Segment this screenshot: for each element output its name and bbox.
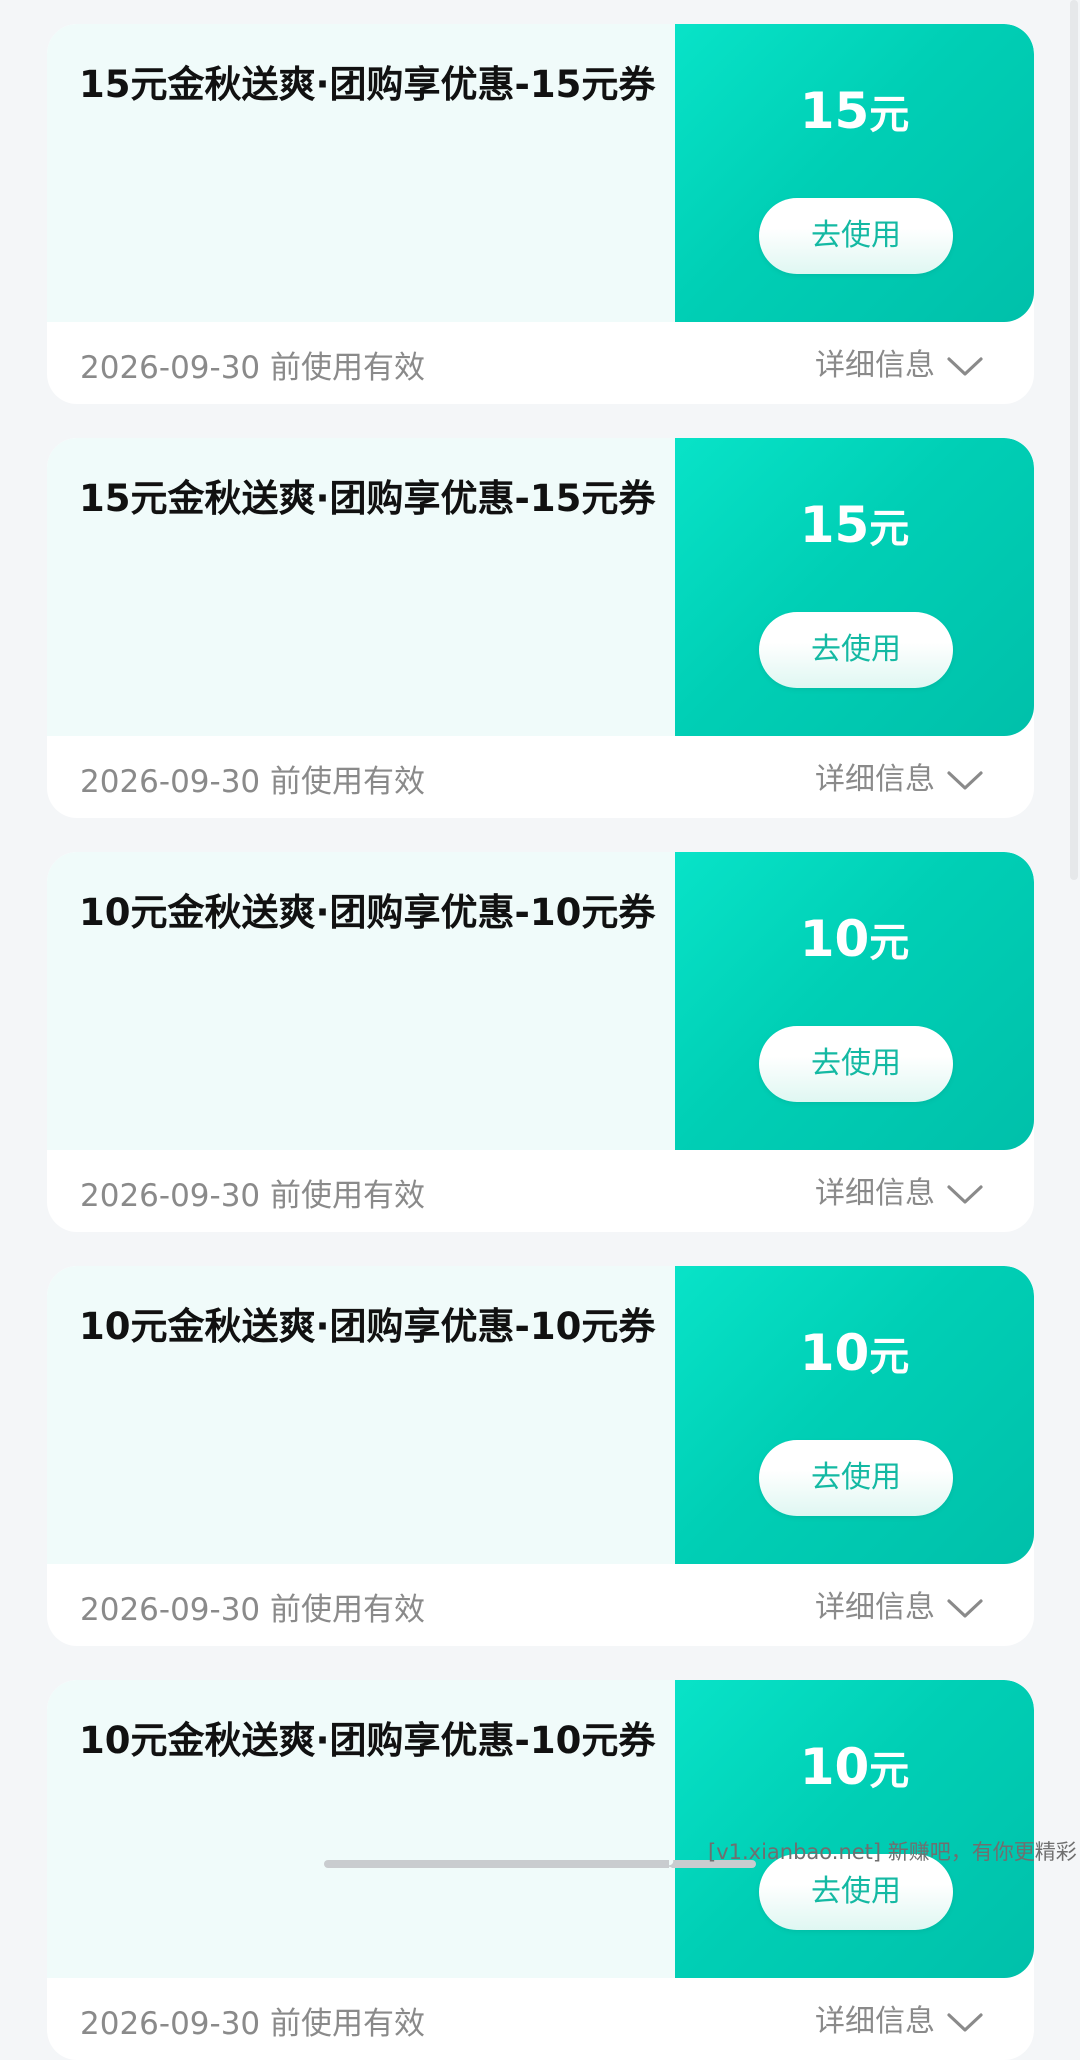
coupon-value-pane: 10元 去使用 xyxy=(675,852,1034,1150)
coupon-card: 10元金秋送爽·团购享优惠-10元券 10元 去使用 2026-09-30 前使… xyxy=(47,1680,1034,2060)
coupon-validity: 2026-09-30 前使用有效 xyxy=(80,350,426,386)
coupon-title: 10元金秋送爽·团购享优惠-10元券 xyxy=(79,891,656,934)
coupon-amount: 15元 xyxy=(675,82,1034,140)
coupon-upper: 15元金秋送爽·团购享优惠-15元券 15元 去使用 xyxy=(47,24,1034,322)
detail-label: 详细信息 xyxy=(815,1176,935,1211)
detail-toggle[interactable]: 详细信息 xyxy=(815,754,985,798)
coupon-value-pane: 10元 去使用 xyxy=(675,1266,1034,1564)
detail-label: 详细信息 xyxy=(815,762,935,797)
coupon-value-pane: 15元 去使用 xyxy=(675,24,1034,322)
coupon-upper: 10元金秋送爽·团购享优惠-10元券 10元 去使用 xyxy=(47,852,1034,1150)
coupon-validity: 2026-09-30 前使用有效 xyxy=(80,764,426,800)
use-coupon-button[interactable]: 去使用 xyxy=(759,1440,953,1516)
use-coupon-button[interactable]: 去使用 xyxy=(759,198,953,274)
coupon-footer: 2026-09-30 前使用有效 详细信息 xyxy=(47,736,1034,818)
scrollbar-thumb[interactable] xyxy=(1070,0,1078,880)
coupon-amount-value: 10 xyxy=(799,1324,870,1382)
coupon-validity: 2026-09-30 前使用有效 xyxy=(80,1178,426,1214)
coupon-info-pane: 10元金秋送爽·团购享优惠-10元券 xyxy=(47,852,677,1150)
coupon-upper: 10元金秋送爽·团购享优惠-10元券 10元 去使用 xyxy=(47,1266,1034,1564)
chevron-down-icon xyxy=(947,357,983,376)
coupon-amount: 10元 xyxy=(675,910,1034,968)
coupon-validity: 2026-09-30 前使用有效 xyxy=(80,2006,426,2042)
chevron-down-icon xyxy=(947,771,983,790)
detail-toggle[interactable]: 详细信息 xyxy=(815,1582,985,1626)
coupon-amount: 15元 xyxy=(675,496,1034,554)
coupon-amount: 10元 xyxy=(675,1324,1034,1382)
coupon-title: 10元金秋送爽·团购享优惠-10元券 xyxy=(79,1719,656,1762)
coupon-footer: 2026-09-30 前使用有效 详细信息 xyxy=(47,1564,1034,1646)
coupon-amount-value: 15 xyxy=(799,496,870,554)
coupon-amount-unit: 元 xyxy=(869,920,910,966)
coupon-info-pane: 10元金秋送爽·团购享优惠-10元券 xyxy=(47,1266,677,1564)
coupon-upper: 10元金秋送爽·团购享优惠-10元券 10元 去使用 xyxy=(47,1680,1034,1978)
watermark: [v1.xianbao.net] 新赚吧，有你更精彩！ xyxy=(708,1840,1080,1864)
coupon-footer: 2026-09-30 前使用有效 详细信息 xyxy=(47,1978,1034,2060)
coupon-footer: 2026-09-30 前使用有效 详细信息 xyxy=(47,1150,1034,1232)
coupon-amount-value: 10 xyxy=(799,910,870,968)
perforation xyxy=(669,1686,681,1972)
detail-label: 详细信息 xyxy=(815,1590,935,1625)
use-coupon-button[interactable]: 去使用 xyxy=(759,1026,953,1102)
coupon-info-pane: 15元金秋送爽·团购享优惠-15元券 xyxy=(47,24,677,322)
perforation xyxy=(669,30,681,316)
coupon-amount-unit: 元 xyxy=(869,92,910,138)
use-coupon-button[interactable]: 去使用 xyxy=(759,612,953,688)
coupon-validity: 2026-09-30 前使用有效 xyxy=(80,1592,426,1628)
detail-toggle[interactable]: 详细信息 xyxy=(815,1168,985,1212)
coupon-amount-value: 10 xyxy=(799,1738,870,1796)
coupon-card: 15元金秋送爽·团购享优惠-15元券 15元 去使用 2026-09-30 前使… xyxy=(47,24,1034,404)
coupon-amount-unit: 元 xyxy=(869,506,910,552)
coupon-card: 10元金秋送爽·团购享优惠-10元券 10元 去使用 2026-09-30 前使… xyxy=(47,852,1034,1232)
coupon-title: 15元金秋送爽·团购享优惠-15元券 xyxy=(79,477,656,520)
coupon-info-pane: 10元金秋送爽·团购享优惠-10元券 xyxy=(47,1680,677,1978)
coupon-title: 10元金秋送爽·团购享优惠-10元券 xyxy=(79,1305,656,1348)
coupon-amount-unit: 元 xyxy=(869,1748,910,1794)
coupon-card: 10元金秋送爽·团购享优惠-10元券 10元 去使用 2026-09-30 前使… xyxy=(47,1266,1034,1646)
chevron-down-icon xyxy=(947,1185,983,1204)
chevron-down-icon xyxy=(947,2013,983,2032)
coupon-value-pane: 10元 去使用 xyxy=(675,1680,1034,1978)
coupon-footer: 2026-09-30 前使用有效 详细信息 xyxy=(47,322,1034,404)
coupon-amount: 10元 xyxy=(675,1738,1034,1796)
coupon-value-pane: 15元 去使用 xyxy=(675,438,1034,736)
chevron-down-icon xyxy=(947,1599,983,1618)
perforation xyxy=(669,1272,681,1558)
home-indicator[interactable] xyxy=(324,1860,756,1868)
coupon-amount-unit: 元 xyxy=(869,1334,910,1380)
coupon-info-pane: 15元金秋送爽·团购享优惠-15元券 xyxy=(47,438,677,736)
perforation xyxy=(669,858,681,1144)
coupon-upper: 15元金秋送爽·团购享优惠-15元券 15元 去使用 xyxy=(47,438,1034,736)
detail-toggle[interactable]: 详细信息 xyxy=(815,340,985,384)
coupon-title: 15元金秋送爽·团购享优惠-15元券 xyxy=(79,63,656,106)
coupon-card: 15元金秋送爽·团购享优惠-15元券 15元 去使用 2026-09-30 前使… xyxy=(47,438,1034,818)
detail-toggle[interactable]: 详细信息 xyxy=(815,1996,985,2040)
coupon-amount-value: 15 xyxy=(799,82,870,140)
scrollbar[interactable] xyxy=(1070,0,1080,1872)
detail-label: 详细信息 xyxy=(815,2004,935,2039)
detail-label: 详细信息 xyxy=(815,348,935,383)
perforation xyxy=(669,444,681,730)
